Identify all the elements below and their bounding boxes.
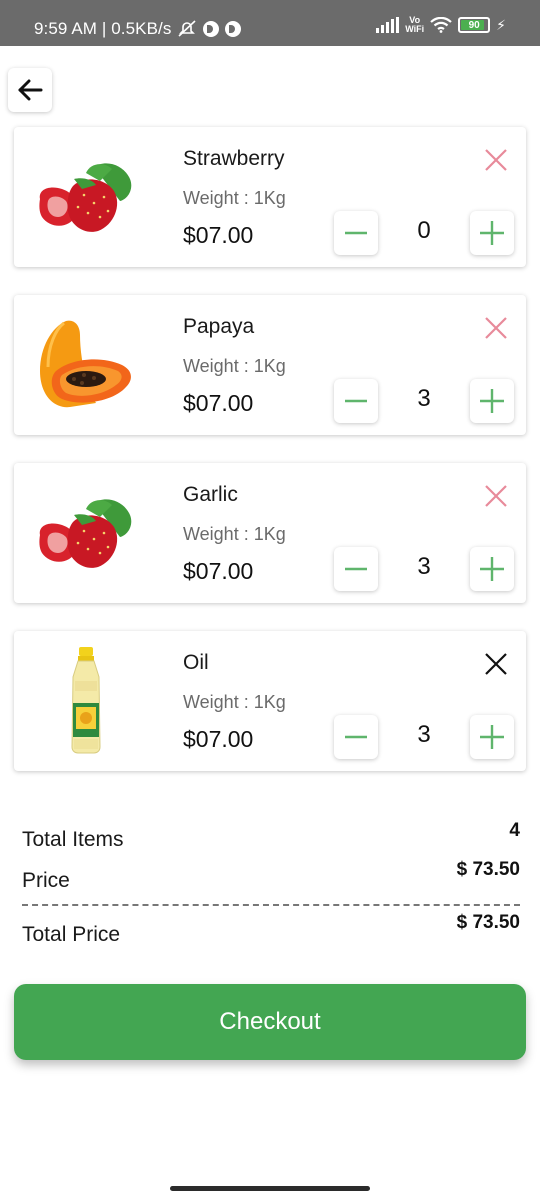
product-price: $07.00	[183, 222, 254, 248]
charging-icon: ⚡	[496, 16, 506, 33]
arrow-left-icon	[18, 79, 43, 101]
quantity-value: 0	[417, 217, 431, 244]
product-weight: Weight : 1Kg	[183, 692, 286, 712]
remove-item-button[interactable]	[482, 146, 510, 174]
remove-item-button[interactable]	[482, 650, 510, 678]
minus-icon	[345, 735, 367, 739]
plus-icon	[480, 725, 504, 749]
cart-item: Strawberry Weight : 1Kg $07.00 0	[14, 127, 526, 267]
cart-item: Garlic Weight : 1Kg $07.00 3	[14, 463, 526, 603]
product-image	[34, 647, 138, 754]
minus-icon	[345, 231, 367, 235]
back-button[interactable]	[8, 68, 52, 112]
strawberry-icon	[39, 163, 132, 232]
summary-divider	[22, 904, 520, 906]
papaya-icon	[40, 320, 131, 408]
cart-list: Strawberry Weight : 1Kg $07.00 0 Papaya …	[14, 127, 526, 799]
product-weight: Weight : 1Kg	[183, 524, 286, 544]
minus-icon	[345, 567, 367, 571]
product-image	[34, 483, 138, 583]
oil-bottle-icon	[71, 647, 101, 754]
quantity-value: 3	[417, 385, 431, 412]
home-indicator[interactable]	[170, 1186, 370, 1191]
remove-item-button[interactable]	[482, 482, 510, 510]
strawberry-icon	[39, 499, 132, 568]
app-notification-icon	[225, 21, 242, 37]
cart-item: Oil Weight : 1Kg $07.00 3	[14, 631, 526, 771]
decrease-quantity-button[interactable]	[334, 379, 378, 423]
decrease-quantity-button[interactable]	[334, 211, 378, 255]
status-time-network: 9:59 AM | 0.5KB/s	[34, 19, 172, 38]
vowifi-icon: Vo WiFi	[405, 15, 425, 34]
status-left: 9:59 AM | 0.5KB/s	[34, 19, 242, 39]
product-price: $07.00	[183, 558, 254, 584]
product-image	[34, 315, 138, 415]
minus-icon	[345, 399, 367, 403]
price-value: $ 73.50	[456, 859, 520, 880]
increase-quantity-button[interactable]	[470, 715, 514, 759]
close-icon	[485, 317, 507, 339]
product-name: Garlic	[183, 483, 238, 506]
increase-quantity-button[interactable]	[470, 379, 514, 423]
wifi-icon	[430, 17, 452, 33]
product-price: $07.00	[183, 726, 254, 752]
quantity-value: 3	[417, 553, 431, 580]
increase-quantity-button[interactable]	[470, 547, 514, 591]
quantity-value: 3	[417, 721, 431, 748]
plus-icon	[480, 221, 504, 245]
remove-item-button[interactable]	[482, 314, 510, 342]
increase-quantity-button[interactable]	[470, 211, 514, 255]
checkout-button[interactable]: Checkout	[14, 984, 526, 1060]
product-image	[34, 147, 138, 247]
product-name: Papaya	[183, 315, 255, 338]
cart-item: Papaya Weight : 1Kg $07.00 3	[14, 295, 526, 435]
product-weight: Weight : 1Kg	[183, 356, 286, 376]
product-price: $07.00	[183, 390, 254, 416]
app-notification-icon	[203, 21, 220, 37]
plus-icon	[480, 389, 504, 413]
product-weight: Weight : 1Kg	[183, 188, 286, 208]
close-icon	[485, 149, 507, 171]
notifications-off-icon	[178, 20, 197, 37]
total-price-value: $ 73.50	[456, 912, 520, 933]
total-items-value: 4	[509, 820, 520, 841]
status-bar: 9:59 AM | 0.5KB/s Vo WiFi 90 ⚡	[0, 0, 540, 46]
close-icon	[485, 485, 507, 507]
battery-icon: 90	[458, 17, 491, 33]
total-price-label: Total Price	[22, 923, 121, 946]
status-right: Vo WiFi 90 ⚡	[376, 16, 506, 34]
decrease-quantity-button[interactable]	[334, 547, 378, 591]
price-label: Price	[22, 869, 70, 892]
total-items-label: Total Items	[22, 828, 124, 851]
decrease-quantity-button[interactable]	[334, 715, 378, 759]
signal-icon	[376, 17, 400, 33]
product-name: Oil	[183, 651, 209, 674]
close-icon	[485, 653, 507, 675]
plus-icon	[480, 557, 504, 581]
product-name: Strawberry	[183, 147, 285, 170]
